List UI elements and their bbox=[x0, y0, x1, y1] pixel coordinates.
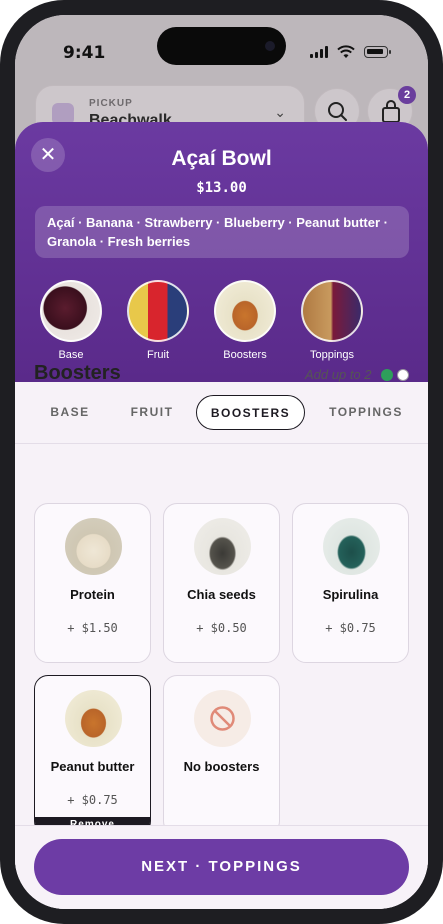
category-label: Boosters bbox=[223, 349, 267, 361]
booster-name: Protein bbox=[70, 587, 115, 602]
selection-dot-empty bbox=[397, 369, 409, 381]
booster-card-protein[interactable]: Protein + $1.50 bbox=[34, 503, 151, 663]
protein-image bbox=[65, 518, 122, 575]
tab-boosters[interactable]: BOOSTERS bbox=[196, 395, 305, 430]
booster-card-peanut-butter[interactable]: Peanut butter + $0.75 Remove bbox=[34, 675, 151, 835]
peanut-butter-jar-image bbox=[65, 690, 122, 747]
tab-toppings[interactable]: TOPPINGS bbox=[323, 395, 409, 430]
device-frame: 9:41 PICKUP Beachwalk ⌄ 2 ✕ Açaí Bowl $1… bbox=[0, 0, 443, 924]
ingredients-summary: Açaí · Banana · Strawberry · Blueberry ·… bbox=[35, 206, 409, 258]
acai-base-image bbox=[40, 280, 102, 342]
cellular-signal-icon bbox=[310, 46, 328, 58]
booster-card-no-boosters[interactable]: No boosters bbox=[163, 675, 280, 835]
category-base[interactable]: Base bbox=[36, 280, 106, 361]
next-toppings-button[interactable]: NEXT · TOPPINGS bbox=[34, 839, 409, 895]
status-time: 9:41 bbox=[63, 43, 106, 63]
camera-icon bbox=[265, 41, 275, 51]
spirulina-image bbox=[323, 518, 380, 575]
tab-fruit[interactable]: FRUIT bbox=[119, 395, 185, 430]
booster-name: Spirulina bbox=[322, 587, 379, 602]
peanut-butter-image bbox=[214, 280, 276, 342]
section-title: Boosters bbox=[34, 362, 121, 384]
no-boosters-badge bbox=[194, 690, 251, 747]
selection-limit-text: Add up to 2 bbox=[305, 367, 372, 382]
booster-price: + $1.50 bbox=[67, 621, 118, 635]
category-label: Base bbox=[58, 349, 84, 361]
wifi-icon bbox=[337, 45, 355, 58]
booster-card-chia-seeds[interactable]: Chia seeds + $0.50 bbox=[163, 503, 280, 663]
category-toppings[interactable]: Toppings bbox=[297, 280, 367, 361]
battery-icon bbox=[364, 46, 391, 58]
category-label: Fruit bbox=[147, 349, 169, 361]
pickup-label: PICKUP bbox=[89, 98, 133, 109]
selection-dot-filled bbox=[381, 369, 393, 381]
chevron-down-icon: ⌄ bbox=[274, 104, 286, 120]
booster-name: Peanut butter bbox=[50, 759, 135, 774]
dynamic-island bbox=[157, 27, 286, 65]
toppings-image bbox=[301, 280, 363, 342]
prohibited-icon bbox=[210, 706, 235, 731]
category-label: Toppings bbox=[309, 349, 355, 361]
category-boosters[interactable]: Boosters bbox=[210, 280, 280, 361]
booster-name: No boosters bbox=[183, 759, 260, 774]
step-tabs: BASE FRUIT BOOSTERS TOPPINGS bbox=[15, 382, 428, 444]
booster-name: Chia seeds bbox=[187, 587, 256, 602]
booster-price: + $0.50 bbox=[196, 621, 247, 635]
screen: 9:41 PICKUP Beachwalk ⌄ 2 ✕ Açaí Bowl $1… bbox=[15, 15, 428, 909]
booster-price: + $0.75 bbox=[67, 793, 118, 807]
category-fruit[interactable]: Fruit bbox=[123, 280, 193, 361]
status-bar: 9:41 bbox=[15, 15, 428, 75]
chia-seeds-image bbox=[194, 518, 251, 575]
item-title: Açaí Bowl bbox=[171, 147, 272, 170]
fruit-image bbox=[127, 280, 189, 342]
booster-price: + $0.75 bbox=[325, 621, 376, 635]
booster-card-spirulina[interactable]: Spirulina + $0.75 bbox=[292, 503, 409, 663]
cart-count-badge: 2 bbox=[398, 86, 416, 104]
item-header: ✕ Açaí Bowl $13.00 Açaí · Banana · Straw… bbox=[15, 122, 428, 382]
item-price: $13.00 bbox=[196, 180, 247, 196]
tab-base[interactable]: BASE bbox=[37, 395, 103, 430]
